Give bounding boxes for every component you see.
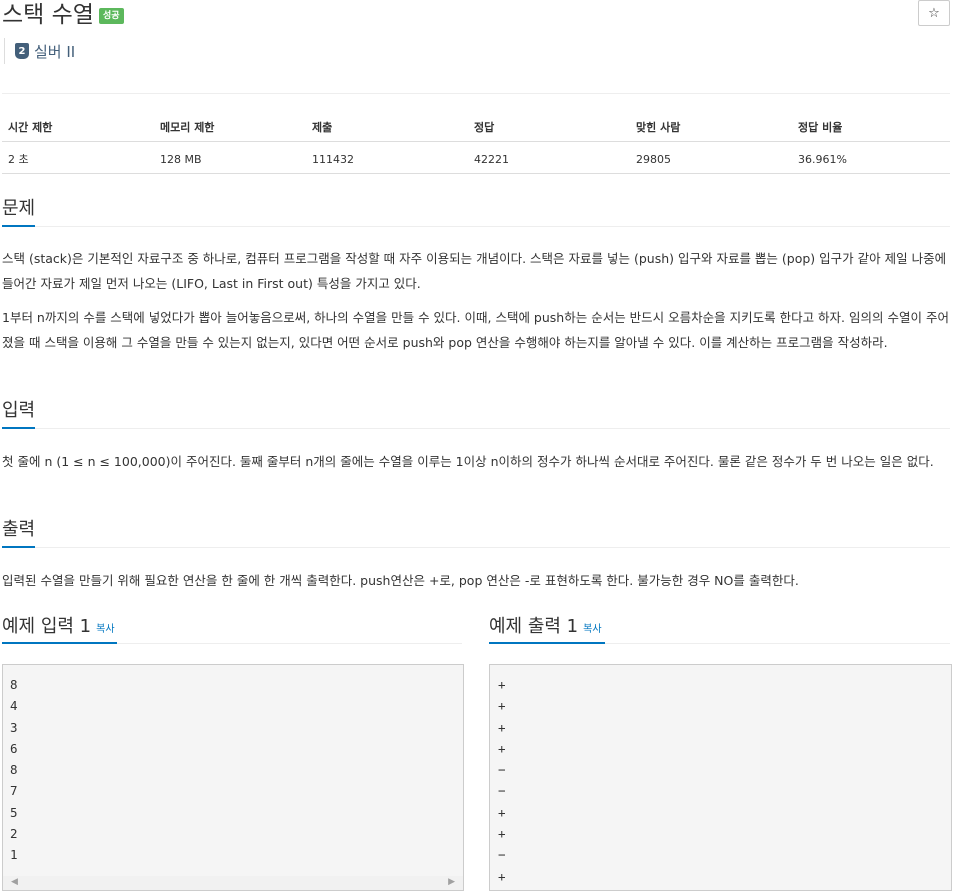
problem-description-p1: 스택 (stack)은 기본적인 자료구조 중 하나로, 컴퓨터 프로그램을 작…: [2, 251, 947, 291]
section-divider: [2, 226, 950, 227]
sample-output-line: +: [498, 677, 506, 692]
sample-input-line: 3: [10, 719, 18, 735]
solved-users-value: 29805: [630, 141, 792, 174]
tier-indicator[interactable]: 2 실버 II: [4, 38, 75, 64]
problem-section-heading: 문제: [2, 198, 36, 219]
star-button[interactable]: ☆: [918, 0, 950, 26]
problem-description-p2: 1부터 n까지의 수를 스택에 넣었다가 뽑아 늘어놓음으로써, 하나의 수열을…: [2, 310, 949, 350]
input-section-heading: 입력: [2, 400, 36, 421]
sample-output-line: +: [498, 868, 506, 884]
scroll-right-icon[interactable]: ▶: [448, 877, 455, 887]
sample-input-content: 8 4 3 6 8 7 5 2 1: [10, 674, 18, 866]
sample-output-line: +: [498, 719, 506, 735]
sample-output-heading: 예제 출력 1 복사: [489, 615, 602, 642]
sample-output-line: −: [498, 847, 506, 863]
sample-input-box[interactable]: 8 4 3 6 8 7 5 2 1 ◀ ▶: [2, 664, 464, 891]
sample-output-content: + + + + − − + + − +: [498, 674, 506, 887]
scroll-left-icon[interactable]: ◀: [11, 877, 18, 887]
accepted-value: 42221: [468, 141, 630, 174]
sample-output-line: +: [498, 740, 506, 756]
header-divider: [2, 93, 950, 94]
sample-input-line: 1: [10, 847, 18, 863]
input-description: 첫 줄에 n (1 ≤ n ≤ 100,000)이 주어진다. 둘째 줄부터 n…: [2, 454, 934, 469]
section-underline: [2, 546, 35, 548]
header-memory-limit: 메모리 제한: [154, 110, 306, 142]
sample-output-line: −: [498, 783, 506, 799]
section-underline: [2, 642, 117, 644]
memory-limit-value: 128 MB: [154, 141, 306, 174]
accept-ratio-value: 36.961%: [792, 141, 950, 174]
sample-input-heading: 예제 입력 1 복사: [2, 615, 115, 642]
copy-output-link[interactable]: 복사: [583, 624, 601, 635]
table-row: 2 초 128 MB 111432 42221 29805 36.961%: [2, 141, 950, 174]
sample-input-line: 5: [10, 804, 18, 820]
sample-input-line: 2: [10, 826, 18, 842]
sample-output-line: +: [498, 804, 506, 820]
section-divider: [2, 428, 950, 429]
sample-output-line: +: [498, 698, 506, 714]
tier-icon: 2: [15, 43, 29, 59]
sample-input-line: 6: [10, 740, 18, 756]
section-underline: [489, 642, 605, 644]
output-section-heading: 출력: [2, 519, 36, 540]
table-header-row: 시간 제한 메모리 제한 제출 정답 맞힌 사람 정답 비율: [2, 110, 950, 142]
sample-input-line: 8: [10, 762, 18, 778]
tier-label: 실버 II: [34, 42, 76, 61]
status-badge: 성공: [99, 8, 124, 24]
copy-input-link[interactable]: 복사: [96, 624, 114, 635]
section-divider: [2, 547, 950, 548]
star-icon: ☆: [928, 5, 940, 21]
output-description: 입력된 수열을 만들기 위해 필요한 연산을 한 줄에 한 개씩 출력한다. p…: [2, 573, 799, 588]
horizontal-scrollbar[interactable]: ◀ ▶: [3, 876, 463, 890]
header-solved-users: 맞힌 사람: [630, 110, 792, 142]
sample-input-line: 7: [10, 783, 18, 799]
sample-output-box[interactable]: + + + + − − + + − +: [489, 664, 952, 891]
sample-input-line: 8: [10, 677, 18, 692]
header-time-limit: 시간 제한: [2, 110, 154, 142]
sample-input-title: 예제 입력 1: [2, 616, 92, 637]
header-accept-ratio: 정답 비율: [792, 110, 950, 142]
time-limit-value: 2 초: [2, 141, 154, 174]
problem-info-table: 시간 제한 메모리 제한 제출 정답 맞힌 사람 정답 비율 2 초 128 M…: [2, 110, 950, 174]
sample-input-line: 4: [10, 698, 18, 714]
page-title: 스택 수열: [2, 2, 94, 28]
header-accepted: 정답: [468, 110, 630, 142]
header-submissions: 제출: [306, 110, 468, 142]
section-underline: [2, 225, 35, 227]
sample-output-line: −: [498, 762, 506, 778]
sample-output-title: 예제 출력 1: [489, 616, 579, 637]
section-underline: [2, 427, 35, 429]
submissions-value: 111432: [306, 141, 468, 174]
sample-output-line: +: [498, 826, 506, 842]
